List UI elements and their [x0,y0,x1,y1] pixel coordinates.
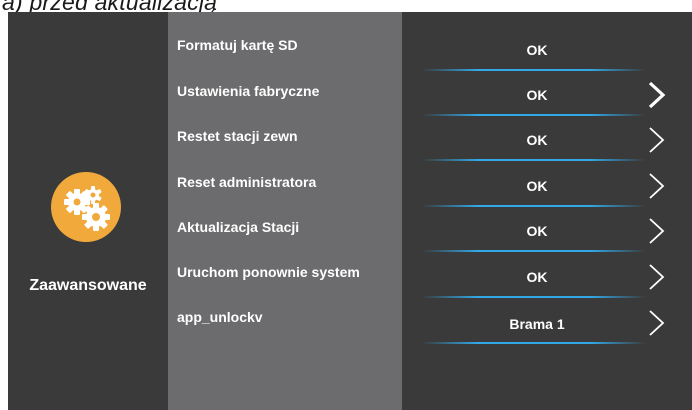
row-underline [422,114,646,116]
app-unlock-value-button[interactable]: Brama 1 [402,316,672,332]
reset-outdoor-station-ok-button[interactable]: OK [402,132,672,148]
label-app-unlock[interactable]: app_unlockv [177,309,263,325]
row-underline [422,296,646,298]
settings-screen: Zaawansowane Formatuj kartę SD Ustawieni… [8,12,692,410]
row-underline [422,250,646,252]
label-factory-settings[interactable]: Ustawienia fabryczne [177,83,319,99]
options-label-column: Formatuj kartę SD Ustawienia fabryczne R… [168,12,402,410]
chevron-right-icon[interactable] [648,309,666,337]
chevron-right-icon[interactable] [648,126,666,154]
chevron-right-icon[interactable] [648,172,666,200]
update-station-ok-button[interactable]: OK [402,223,672,239]
options-value-column: OK OK OK OK OK OK Brama 1 [402,12,692,410]
label-update-station[interactable]: Aktualizacja Stacji [177,219,299,235]
row-underline [422,69,646,71]
row-underline [422,159,646,161]
label-restart-system[interactable]: Uruchom ponownie system [177,264,360,280]
gears-icon [51,172,121,242]
chevron-right-icon[interactable] [648,217,666,245]
section-title: Zaawansowane [29,277,147,294]
factory-settings-ok-button[interactable]: OK [402,87,672,103]
chevron-right-icon[interactable] [648,81,666,109]
section-panel: Zaawansowane [8,12,168,410]
format-sd-ok-button[interactable]: OK [402,42,672,58]
row-underline [422,205,646,207]
label-reset-admin[interactable]: Reset administratora [177,174,316,190]
row-underline [422,342,646,344]
chevron-right-icon[interactable] [648,263,666,291]
label-format-sd[interactable]: Formatuj kartę SD [177,37,298,53]
restart-system-ok-button[interactable]: OK [402,269,672,285]
reset-admin-ok-button[interactable]: OK [402,178,672,194]
label-reset-outdoor-station[interactable]: Restet stacji zewn [177,128,298,144]
